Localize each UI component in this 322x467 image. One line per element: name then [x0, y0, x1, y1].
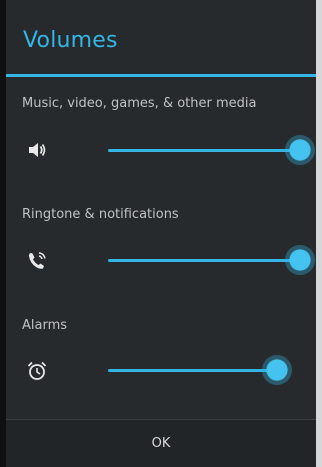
alarms-volume-track — [108, 369, 277, 372]
ringtone-volume-label: Ringtone & notifications — [22, 207, 179, 222]
ringtone-volume-slider[interactable] — [108, 243, 315, 277]
volumes-dialog: Volumes Music, video, games, & other med… — [6, 0, 316, 467]
ringer-phone-icon — [26, 250, 48, 272]
media-volume-label: Music, video, games, & other media — [22, 96, 257, 111]
speaker-volume-icon — [26, 139, 48, 161]
media-volume-track — [108, 149, 300, 152]
ringtone-volume-track — [108, 259, 300, 262]
dialog-title-bar: Volumes — [6, 0, 316, 77]
dialog-title: Volumes — [23, 28, 118, 53]
ringtone-volume-thumb[interactable] — [285, 245, 315, 275]
alarms-volume-label: Alarms — [22, 318, 68, 333]
alarms-volume-thumb[interactable] — [262, 355, 292, 385]
title-divider — [6, 74, 316, 77]
media-volume-thumb[interactable] — [285, 135, 315, 165]
ok-button[interactable]: OK — [6, 420, 316, 467]
background-edge — [316, 0, 322, 467]
alarm-clock-icon — [26, 360, 48, 382]
media-volume-slider[interactable] — [108, 133, 315, 167]
alarms-volume-slider[interactable] — [108, 353, 312, 387]
